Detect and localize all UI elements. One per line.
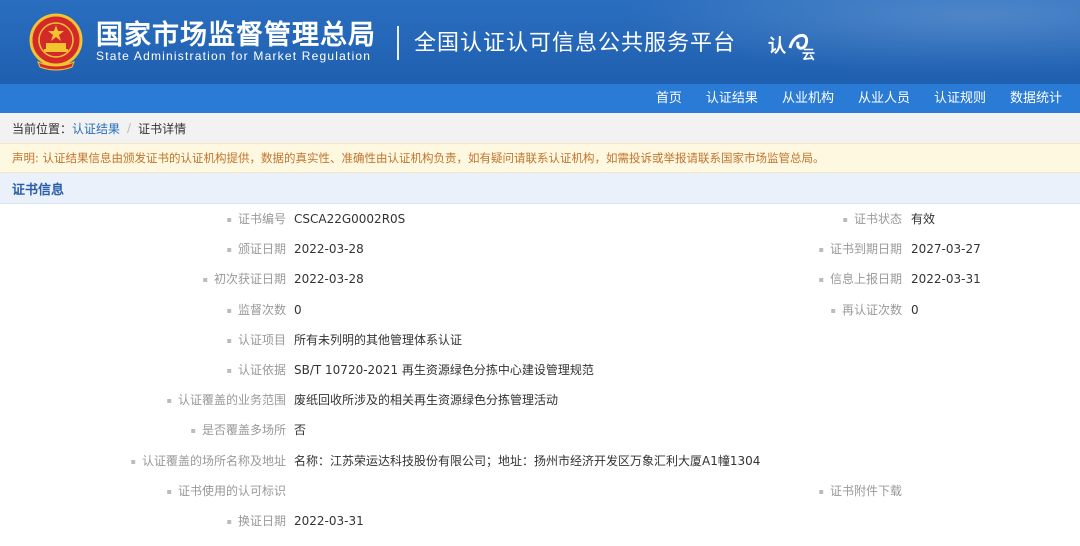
- value-issue-date: 2022-03-28: [294, 242, 364, 257]
- label-expire-date: 证书到期日期: [819, 234, 902, 265]
- breadcrumb-separator: /: [127, 121, 132, 135]
- agency-title: 国家市场监督管理总局: [96, 20, 376, 51]
- info-row: 认证覆盖的场所名称及地址 名称：江苏荣运达科技股份有限公司；地址：扬州市经济开发…: [0, 446, 1080, 476]
- label-basis: 认证依据: [227, 355, 286, 386]
- cert-info-table: 证书编号 CSCA22G0002R0S 证书状态 有效 颁证日期 2022-03…: [0, 204, 1080, 536]
- breadcrumb-cert-detail: 证书详情: [138, 121, 187, 136]
- platform-title: 全国认证认可信息公共服务平台: [414, 31, 737, 56]
- info-row: 证书编号 CSCA22G0002R0S 证书状态 有效: [0, 204, 1080, 234]
- label-status: 证书状态: [843, 204, 902, 235]
- label-cert-no: 证书编号: [227, 204, 286, 235]
- breadcrumb: 当前位置： 认证结果 / 证书详情: [0, 113, 1080, 143]
- value-status: 有效: [911, 212, 936, 226]
- label-scope: 认证覆盖的业务范围: [167, 385, 286, 416]
- label-site-address: 认证覆盖的场所名称及地址: [131, 446, 286, 477]
- national-emblem-icon: [29, 13, 83, 71]
- nav-home[interactable]: 首页: [644, 84, 694, 113]
- nav-statistics[interactable]: 数据统计: [998, 84, 1074, 113]
- value-renew-date: 2022-03-31: [294, 513, 364, 528]
- label-first-date: 初次获证日期: [203, 264, 286, 295]
- section-title: 证书信息: [0, 173, 1080, 204]
- info-row: 证书使用的认可标识 证书附件下载: [0, 476, 1080, 506]
- info-row: 认证依据 SB/T 10720-2021 再生资源绿色分拣中心建设管理规范: [0, 355, 1080, 385]
- agency-title-en: State Administration for Market Regulati…: [96, 49, 372, 63]
- label-item: 认证项目: [227, 325, 286, 356]
- value-first-date: 2022-03-28: [294, 272, 364, 287]
- value-basis: SB/T 10720-2021 再生资源绿色分拣中心建设管理规范: [294, 362, 594, 377]
- info-row: 监督次数 0 再认证次数 0: [0, 295, 1080, 325]
- nav-rules[interactable]: 认证规则: [922, 84, 998, 113]
- info-row: 颁证日期 2022-03-28 证书到期日期 2027-03-27: [0, 234, 1080, 264]
- label-report-date: 信息上报日期: [819, 264, 902, 295]
- breadcrumb-cert-results[interactable]: 认证结果: [72, 120, 120, 137]
- nav-institutions[interactable]: 从业机构: [770, 84, 846, 113]
- info-row: 认证项目 所有未列明的其他管理体系认证: [0, 325, 1080, 355]
- info-row: 是否覆盖多场所 否: [0, 415, 1080, 445]
- info-row: 认证覆盖的业务范围 废纸回收所涉及的相关再生资源绿色分拣管理活动: [0, 385, 1080, 415]
- value-expire-date: 2027-03-27: [911, 242, 981, 257]
- title-divider: [397, 26, 399, 60]
- value-report-date: 2022-03-31: [911, 272, 981, 287]
- label-multi-site: 是否覆盖多场所: [191, 415, 286, 446]
- nav-cert-results[interactable]: 认证结果: [694, 84, 770, 113]
- svg-text:认: 认: [768, 35, 787, 57]
- label-issue-date: 颁证日期: [227, 234, 286, 265]
- value-scope: 废纸回收所涉及的相关再生资源绿色分拣管理活动: [294, 393, 559, 408]
- info-row: 换证日期 2022-03-31: [0, 506, 1080, 536]
- disclaimer-notice: 声明: 认证结果信息由颁发证书的认证机构提供，数据的真实性、准确性由认证机构负责…: [0, 143, 1080, 173]
- label-attachment[interactable]: 证书附件下载: [819, 476, 902, 507]
- label-renew-date: 换证日期: [227, 506, 286, 537]
- main-nav: 首页 认证结果 从业机构 从业人员 认证规则 数据统计: [0, 84, 1080, 113]
- label-mark: 证书使用的认可标识: [167, 476, 286, 507]
- svg-text:云: 云: [802, 48, 815, 62]
- site-header: 国家市场监督管理总局 State Administration for Mark…: [0, 0, 1080, 84]
- value-supervise-count: 0: [294, 302, 302, 317]
- label-recert-count: 再认证次数: [831, 295, 902, 326]
- nav-personnel[interactable]: 从业人员: [846, 84, 922, 113]
- breadcrumb-label: 当前位置：: [12, 121, 73, 136]
- value-cert-no: CSCA22G0002R0S: [294, 212, 406, 226]
- label-supervise-count: 监督次数: [227, 295, 286, 326]
- value-recert-count: 0: [911, 302, 919, 317]
- platform-logo-icon: 认 云: [768, 34, 815, 62]
- info-row: 初次获证日期 2022-03-28 信息上报日期 2022-03-31: [0, 264, 1080, 294]
- value-item: 所有未列明的其他管理体系认证: [294, 332, 463, 347]
- value-site-address: 名称：江苏荣运达科技股份有限公司；地址：扬州市经济开发区万象汇利大厦A1幢130…: [294, 453, 761, 468]
- value-multi-site: 否: [294, 423, 307, 438]
